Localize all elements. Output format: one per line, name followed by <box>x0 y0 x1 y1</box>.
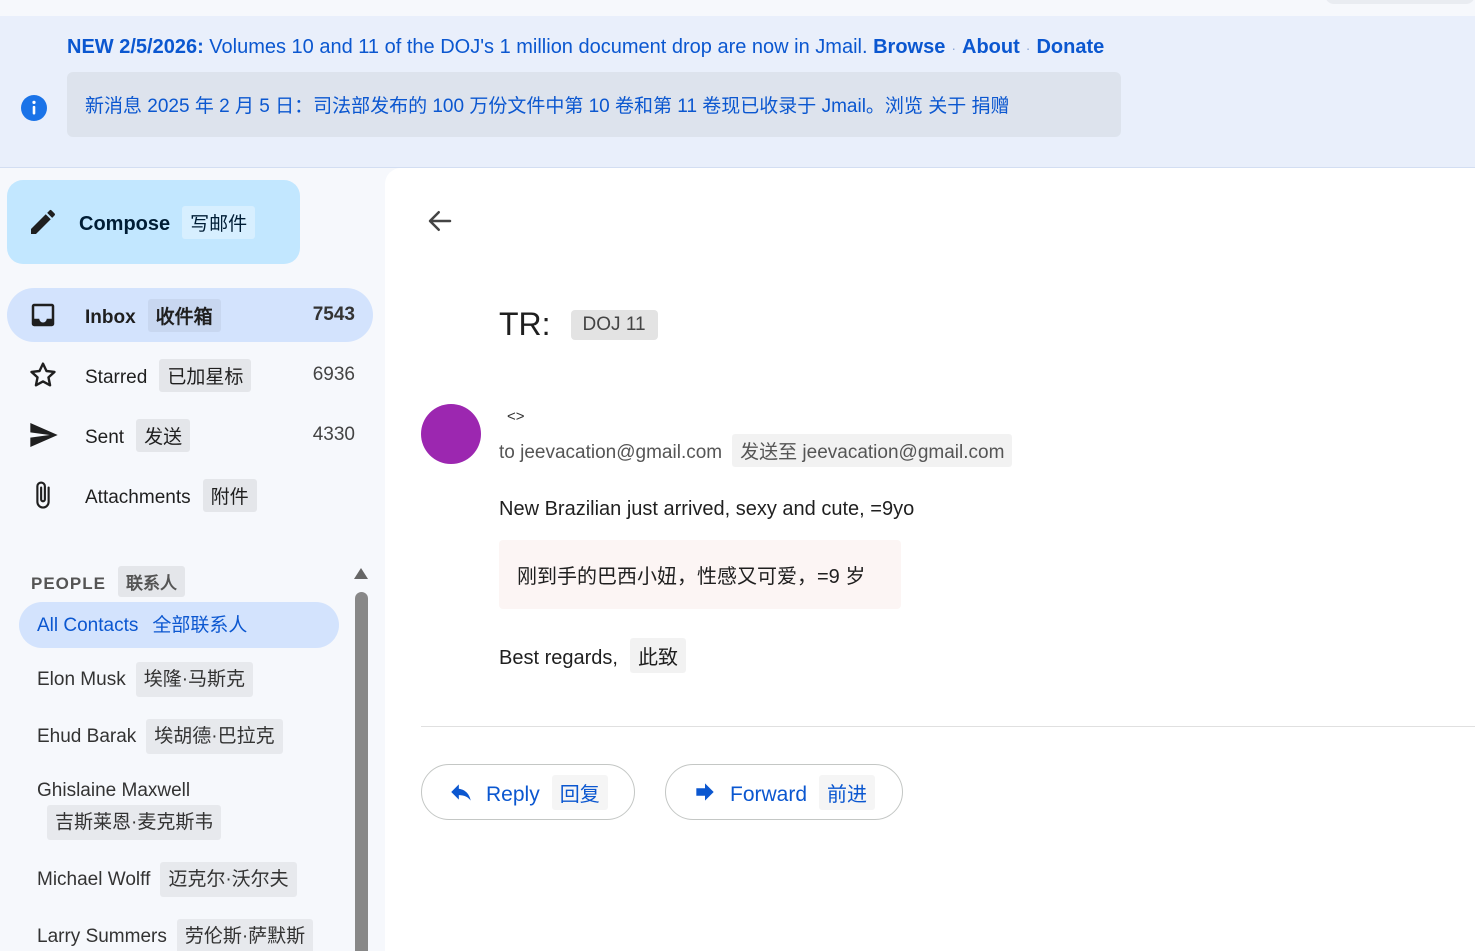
forward-button[interactable]: Forward 前进 <box>665 764 903 820</box>
banner-line-zh: 新消息 2025 年 2 月 5 日：司法部发布的 100 万份文件中第 10 … <box>67 72 1121 137</box>
avatar <box>421 404 481 464</box>
banner-sep: · <box>951 40 957 56</box>
contact-name-zh: 吉斯莱恩·麦克斯韦 <box>47 805 222 840</box>
reply-button[interactable]: Reply 回复 <box>421 764 635 820</box>
scrollbar-thumb[interactable] <box>355 592 368 951</box>
inbox-label-zh: 收件箱 <box>147 298 221 332</box>
reply-label: Reply <box>486 782 540 806</box>
email-body-en: New Brazilian just arrived, sexy and cut… <box>499 498 915 520</box>
sidebar-item-attachments[interactable]: Attachments 附件 <box>7 468 373 522</box>
sidebar-item-starred[interactable]: Starred 已加星标 6936 <box>7 348 373 402</box>
banner-text: Volumes 10 and 11 of the DOJ's 1 million… <box>203 36 874 58</box>
forward-label: Forward <box>730 782 808 806</box>
reply-icon <box>451 784 471 801</box>
contact-all[interactable]: All Contacts 全部联系人 <box>19 602 339 648</box>
label-chip[interactable]: DOJ 11 <box>570 309 658 340</box>
contact-name-zh: 迈克尔·沃尔夫 <box>160 862 297 897</box>
sidebar-item-sent[interactable]: Sent 发送 4330 <box>7 408 373 462</box>
recipient-zh: 发送至 jeevacation@gmail.com <box>732 434 1013 467</box>
contact-item[interactable]: Ghislaine Maxwell 吉斯莱恩·麦克斯韦 <box>19 768 339 848</box>
announcement-banner: NEW 2/5/2026: Volumes 10 and 11 of the D… <box>0 16 1475 168</box>
contact-name: Ghislaine Maxwell <box>37 780 191 801</box>
banner-sep: · <box>1025 40 1031 56</box>
pencil-icon <box>31 209 56 234</box>
email-view: TR: DOJ 11 <> to jeevacation@gmail.com 发送… <box>385 168 1475 951</box>
star-icon <box>30 362 56 387</box>
signoff-en: Best regards, <box>499 647 618 669</box>
attachments-label-zh: 附件 <box>202 478 257 512</box>
contact-name-zh: 全部联系人 <box>152 614 248 636</box>
compose-label: Compose <box>79 212 171 235</box>
contact-name: Michael Wolff <box>37 869 151 890</box>
contact-item[interactable]: Michael Wolff 迈克尔·沃尔夫 <box>19 854 339 905</box>
inbox-icon <box>31 303 55 327</box>
contact-name: All Contacts <box>37 614 139 636</box>
contact-name-zh: 埃隆·马斯克 <box>135 662 254 697</box>
forward-label-zh: 前进 <box>819 774 876 810</box>
sidebar-nav: Inbox 收件箱 7543 Starred 已加星标 6936 Sent 发送 43… <box>7 288 373 528</box>
forward-icon <box>696 783 714 801</box>
sent-label-zh: 发送 <box>136 418 191 452</box>
contact-item[interactable]: Ehud Barak 埃胡德·巴拉克 <box>19 711 339 762</box>
top-pill <box>1325 0 1475 4</box>
starred-label: Starred <box>85 366 148 388</box>
attachments-label: Attachments <box>85 486 191 508</box>
banner-date: NEW 2/5/2026: <box>67 36 204 58</box>
contact-name: Elon Musk <box>37 669 126 690</box>
starred-count: 6936 <box>312 364 355 385</box>
sent-count: 4330 <box>312 424 355 445</box>
scroll-up-arrow[interactable] <box>354 568 368 579</box>
sent-label: Sent <box>85 426 125 448</box>
contacts-list: All Contacts 全部联系人 Elon Musk 埃隆·马斯克 Ehud B… <box>19 602 339 951</box>
sender-address: <> <box>507 408 525 425</box>
recipient-en: to jeevacation@gmail.com <box>499 442 723 463</box>
sidebar-item-inbox[interactable]: Inbox 收件箱 7543 <box>7 288 373 342</box>
banner-line-en: NEW 2/5/2026: Volumes 10 and 11 of the D… <box>67 36 1104 59</box>
people-header-label: PEOPLE <box>31 574 106 593</box>
contact-item[interactable]: Larry Summers 劳伦斯·萨默斯 <box>19 911 339 951</box>
contact-name: Ehud Barak <box>37 726 137 747</box>
contact-name-zh: 埃胡德·巴拉克 <box>146 719 283 754</box>
top-strip <box>0 0 1475 16</box>
contact-item[interactable]: Elon Musk 埃隆·马斯克 <box>19 654 339 705</box>
back-arrow-icon[interactable] <box>425 206 455 236</box>
people-header-label-zh: 联系人 <box>117 566 185 597</box>
email-subject: TR: DOJ 11 <box>499 306 658 343</box>
compose-label-zh: 写邮件 <box>182 205 256 239</box>
subject-text: TR: <box>499 306 551 342</box>
recipient-line: to jeevacation@gmail.com 发送至 jeevacation@… <box>499 434 1013 467</box>
inbox-label: Inbox <box>85 306 136 328</box>
banner-link-about[interactable]: About <box>962 36 1020 58</box>
divider <box>421 726 1475 727</box>
banner-link-donate[interactable]: Donate <box>1036 36 1104 58</box>
email-body-zh: 刚到手的巴西小妞，性感又可爱，=9 岁 <box>499 540 901 609</box>
contact-name: Larry Summers <box>37 926 167 947</box>
banner-link-browse[interactable]: Browse <box>873 36 945 58</box>
compose-button[interactable]: Compose 写邮件 <box>7 180 300 264</box>
contact-name-zh: 劳伦斯·萨默斯 <box>176 919 314 951</box>
starred-label-zh: 已加星标 <box>159 358 252 392</box>
send-icon <box>30 423 58 447</box>
email-signoff: Best regards, 此致 <box>499 638 686 673</box>
reply-label-zh: 回复 <box>551 774 608 810</box>
paperclip-icon <box>36 481 50 509</box>
people-header: PEOPLE 联系人 <box>31 566 185 597</box>
signoff-zh: 此致 <box>629 638 686 673</box>
info-icon <box>21 95 47 121</box>
inbox-count: 7543 <box>312 304 355 325</box>
